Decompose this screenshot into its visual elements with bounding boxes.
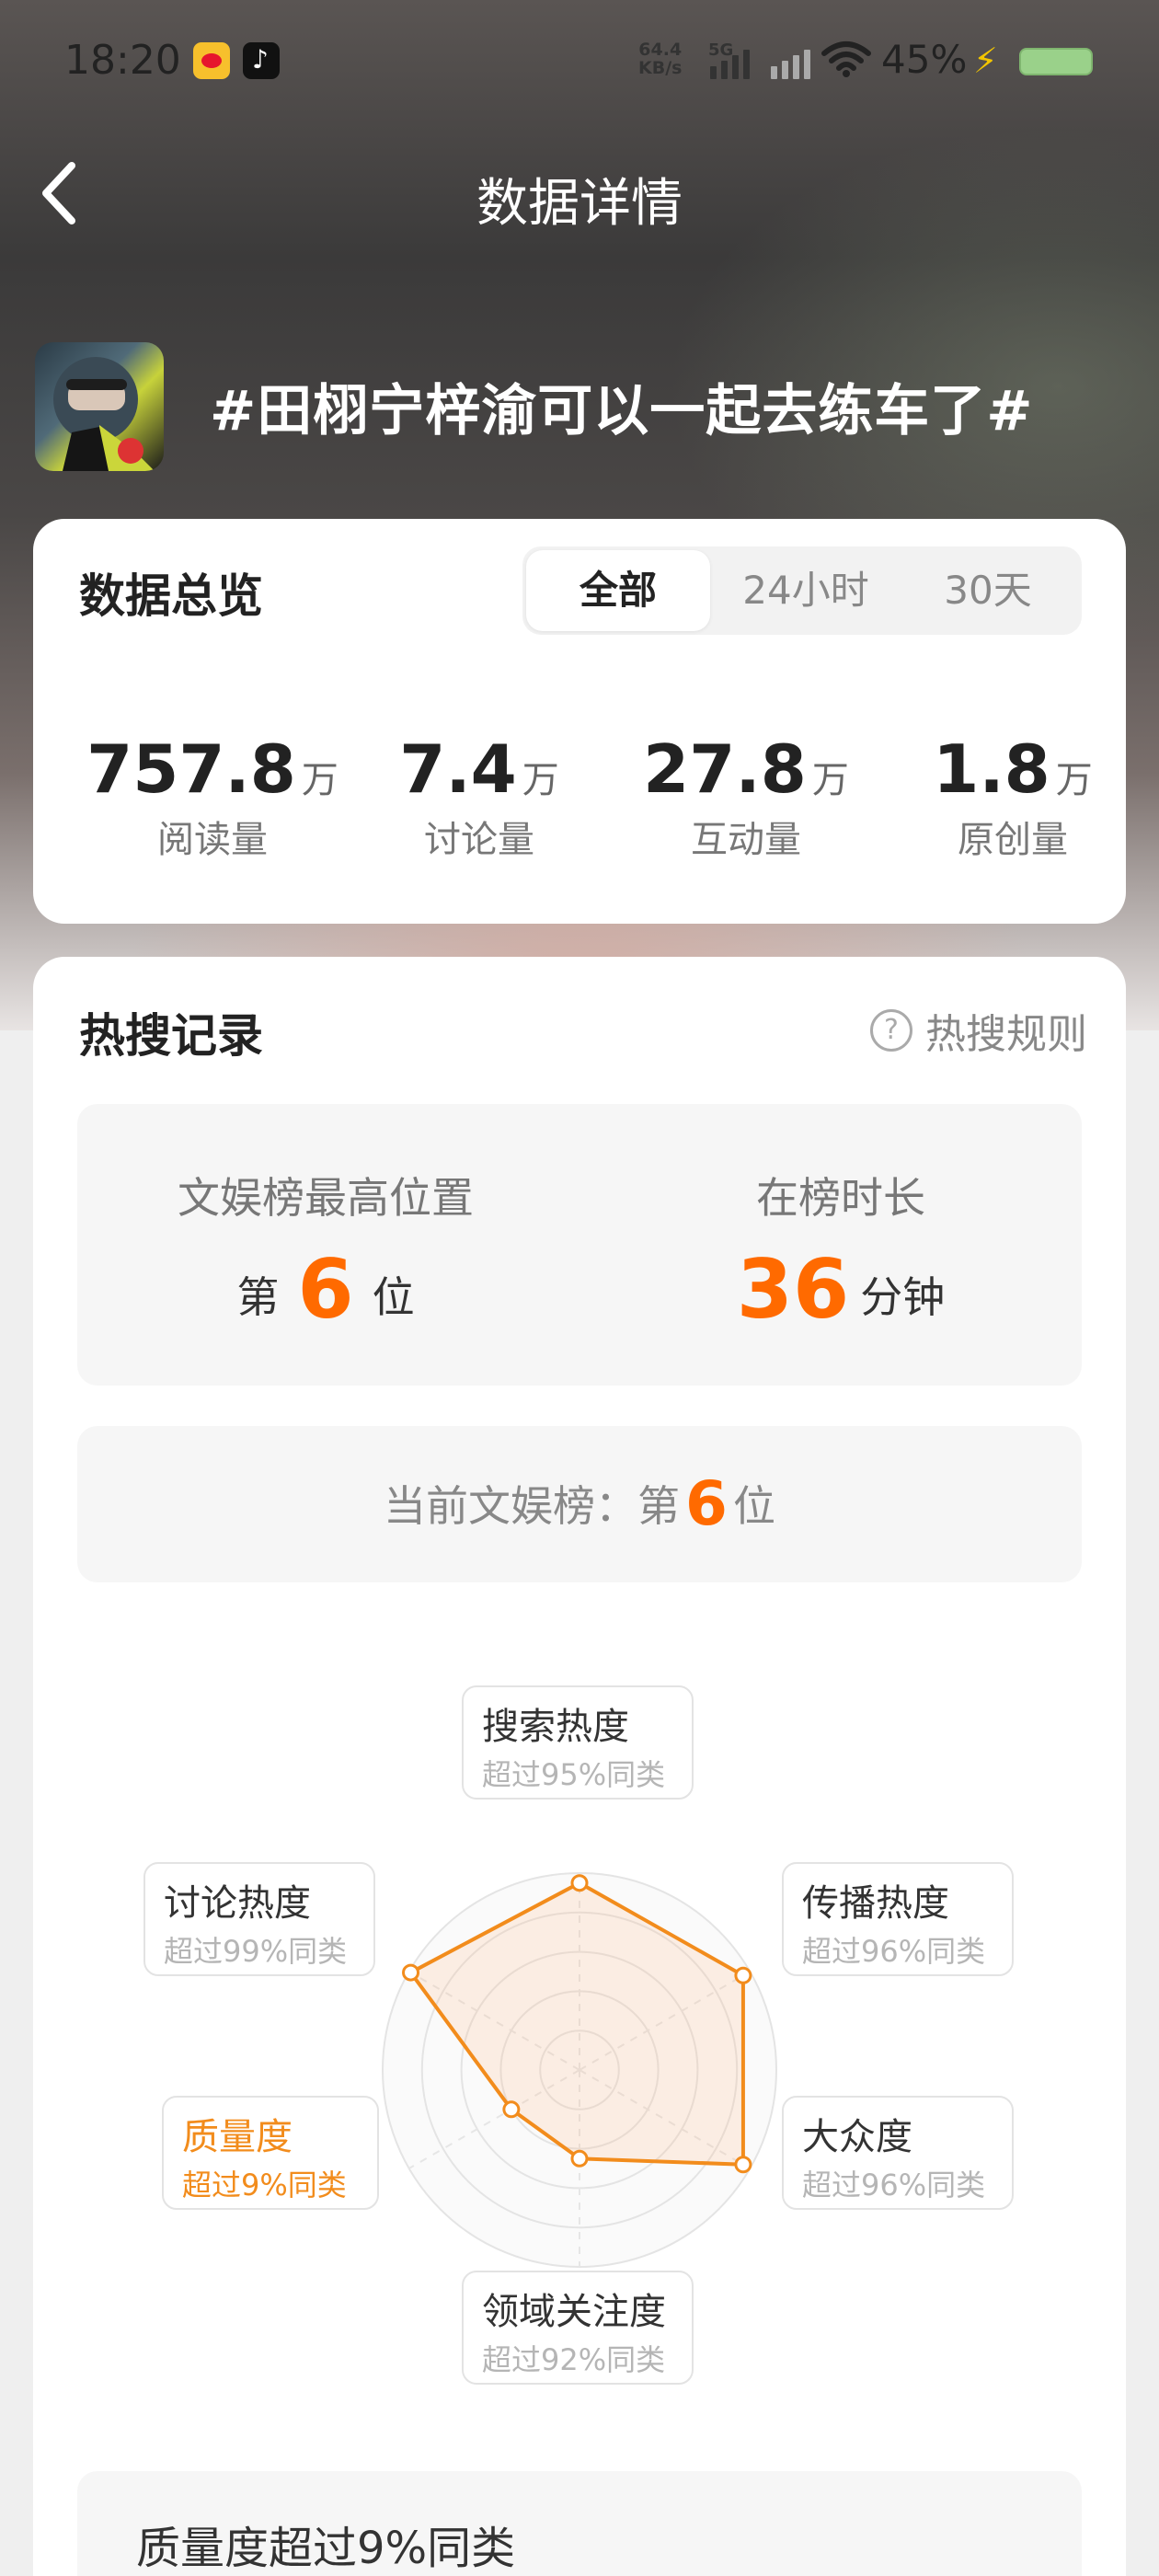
network-speed-value: 64.4: [638, 40, 683, 60]
hot-search-card: 热搜记录 ? 热搜规则 文娱榜最高位置 第6位 在榜时长 36 分钟 当前文娱榜：…: [33, 957, 1126, 2576]
topic-avatar: [35, 342, 164, 471]
radar-label-popularity: 大众度 超过96%同类: [782, 2096, 1014, 2210]
radar-point: [570, 2149, 589, 2168]
signal-strength-2-icon: [769, 42, 820, 79]
current-rank-suffix: 位: [732, 1481, 775, 1531]
stat-discussions-unit: 万: [522, 759, 559, 801]
radar-label-quality[interactable]: 质量度 超过9%同类: [162, 2096, 379, 2210]
radar-label-sub: 超过9%同类: [182, 2168, 347, 2202]
radar-point: [734, 2156, 752, 2174]
quality-detail-box: 质量度超过9%同类: [77, 2471, 1082, 2576]
best-position-value: 第6位: [114, 1242, 537, 1337]
tiktok-app-icon: [243, 42, 280, 79]
tab-all[interactable]: 全部: [526, 550, 710, 631]
wifi-icon: [821, 41, 871, 77]
weibo-app-icon: [193, 42, 230, 79]
stat-discussions-label: 讨论量: [424, 819, 534, 861]
radar-label-name: 质量度: [182, 2116, 293, 2158]
radar-point: [502, 2100, 521, 2119]
current-rank-prefix: 当前文娱榜：第: [384, 1481, 681, 1531]
battery-icon: [1019, 48, 1093, 75]
status-bar: 18:20 64.4 KB/s 5G 45% ⚡: [0, 0, 1159, 123]
radar-point: [734, 1966, 752, 1984]
stat-reads-unit: 万: [301, 759, 339, 801]
radar-label-domain-attention: 领域关注度 超过92%同类: [462, 2271, 694, 2385]
radar-label-sub: 超过95%同类: [482, 1757, 666, 1792]
current-rank-box: 当前文娱榜：第6 位: [77, 1426, 1082, 1582]
best-position-suffix: 位: [372, 1272, 415, 1322]
duration-label: 在榜时长: [756, 1173, 925, 1223]
radar-label-spread-heat: 传播热度 超过96%同类: [782, 1862, 1014, 1976]
stat-originals: 1.8 万 原创量: [879, 730, 1146, 863]
stat-interactions-label: 互动量: [691, 819, 801, 861]
data-overview-card: 数据总览 全部 24小时 30天 757.8 万 阅读量 7.4 万 讨论量 27.…: [33, 519, 1126, 924]
stat-originals-unit: 万: [1055, 759, 1093, 801]
question-icon: ?: [870, 1009, 912, 1052]
hot-search-title: 热搜记录: [79, 1009, 263, 1063]
radar-label-name: 大众度: [802, 2116, 912, 2158]
stat-interactions: 27.8 万 互动量: [613, 730, 879, 863]
stat-discussions: 7.4 万 讨论量: [346, 730, 613, 863]
radar-label-sub: 超过99%同类: [164, 1934, 348, 1969]
stat-discussions-value: 7.4: [399, 730, 517, 808]
network-speed: 64.4 KB/s: [638, 40, 682, 77]
radar-label-sub: 超过92%同类: [482, 2342, 666, 2377]
radar-label-sub: 超过96%同类: [802, 1934, 986, 1969]
hot-search-rules-link[interactable]: ? 热搜规则: [870, 1001, 1087, 1060]
stat-originals-value: 1.8: [933, 730, 1050, 808]
duration-number: 36: [736, 1242, 850, 1337]
tab-30d[interactable]: 30天: [898, 546, 1078, 635]
best-position-prefix: 第: [236, 1272, 280, 1322]
current-rank-number: 6: [685, 1468, 728, 1539]
stat-reads: 757.8 万 阅读量: [79, 730, 346, 863]
stat-interactions-unit: 万: [811, 759, 849, 801]
stat-reads-label: 阅读量: [157, 819, 268, 861]
radar-point: [570, 1874, 589, 1892]
best-position-label: 文娱榜最高位置: [178, 1173, 474, 1223]
overview-title: 数据总览: [79, 569, 263, 623]
stat-interactions-value: 27.8: [643, 730, 807, 808]
signal-strength-icon: [708, 42, 763, 79]
radar-label-name: 搜索热度: [482, 1706, 629, 1748]
radar-label-name: 讨论热度: [164, 1882, 311, 1925]
status-time: 18:20: [64, 37, 181, 84]
best-position-number: 6: [297, 1242, 354, 1337]
ranking-summary: 文娱榜最高位置 第6位 在榜时长 36 分钟: [77, 1104, 1082, 1386]
duration-suffix: 分钟: [860, 1272, 946, 1322]
stat-reads-value: 757.8: [86, 730, 296, 808]
helmet-image-icon: [53, 357, 155, 471]
hot-search-rules-label: 热搜规则: [925, 1011, 1087, 1058]
stat-originals-label: 原创量: [958, 819, 1068, 861]
radar-label-sub: 超过96%同类: [802, 2168, 986, 2202]
time-range-tabs: 全部 24小时 30天: [522, 546, 1082, 635]
charging-icon: ⚡: [973, 40, 998, 81]
radar-label-name: 传播热度: [802, 1882, 949, 1925]
page-title: 数据详情: [476, 174, 683, 234]
quality-detail-title: 质量度超过9%同类: [136, 2523, 516, 2574]
battery-percent: 45%: [881, 37, 968, 82]
network-speed-unit: KB/s: [638, 58, 683, 78]
tab-24h[interactable]: 24小时: [716, 546, 896, 635]
topic-title: #田栩宁梓渝可以一起去练车了#: [210, 379, 1034, 443]
duration-value: 36 分钟: [629, 1242, 1052, 1337]
radar-label-discussion-heat: 讨论热度 超过99%同类: [143, 1862, 375, 1976]
radar-point: [402, 1963, 420, 1982]
radar-label-search-heat: 搜索热度 超过95%同类: [462, 1685, 694, 1800]
radar-label-name: 领域关注度: [482, 2291, 666, 2333]
